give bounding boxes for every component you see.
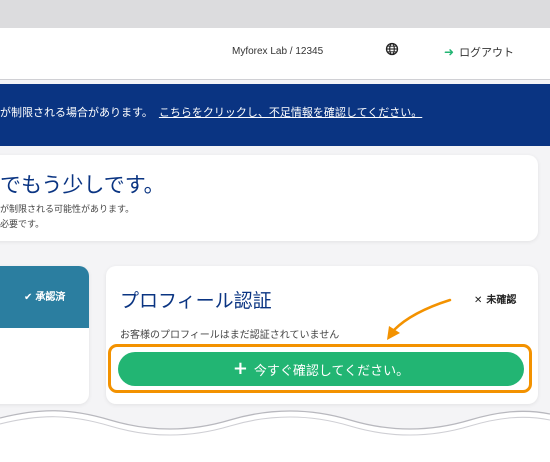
pointer-arrow-icon — [387, 298, 452, 340]
torn-edge — [0, 410, 550, 462]
